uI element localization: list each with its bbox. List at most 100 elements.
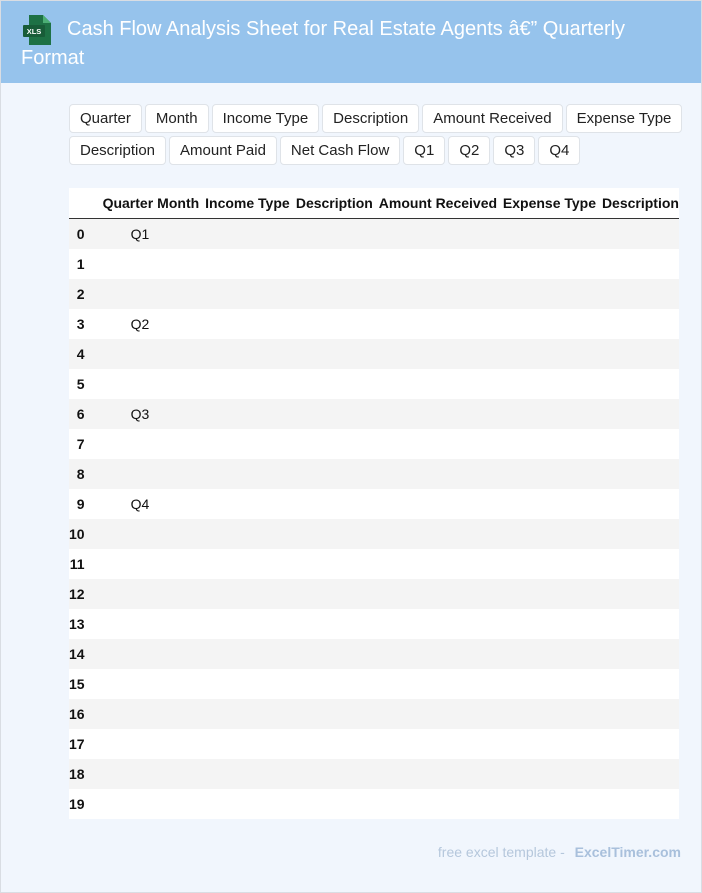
table-cell[interactable] — [378, 639, 503, 669]
table-cell[interactable] — [205, 699, 296, 729]
table-cell[interactable] — [295, 699, 379, 729]
table-cell[interactable] — [378, 218, 503, 249]
table-cell[interactable] — [295, 489, 379, 519]
quarter-cell[interactable] — [84, 429, 158, 459]
filter-chip[interactable]: Description — [322, 104, 420, 133]
table-cell[interactable] — [378, 249, 503, 279]
table-cell[interactable] — [378, 519, 503, 549]
table-cell[interactable] — [378, 789, 503, 819]
table-cell[interactable] — [157, 489, 206, 519]
filter-chip[interactable]: Description — [69, 136, 167, 165]
quarter-cell[interactable] — [84, 579, 158, 609]
filter-chip[interactable]: Q2 — [448, 136, 491, 165]
table-cell[interactable] — [205, 549, 296, 579]
table-cell[interactable] — [502, 699, 602, 729]
filter-chip[interactable]: Income Type — [211, 104, 320, 133]
table-cell[interactable] — [502, 309, 602, 339]
table-cell[interactable] — [157, 759, 206, 789]
table-cell[interactable] — [157, 429, 206, 459]
table-cell[interactable] — [378, 669, 503, 699]
quarter-cell[interactable] — [84, 759, 158, 789]
table-cell[interactable] — [157, 729, 206, 759]
column-header[interactable]: Description — [601, 188, 679, 219]
table-cell[interactable] — [601, 489, 679, 519]
table-cell[interactable] — [502, 789, 602, 819]
table-cell[interactable] — [601, 249, 679, 279]
footer-brand-link[interactable]: ExcelTimer.com — [575, 844, 681, 860]
table-cell[interactable] — [502, 639, 602, 669]
table-cell[interactable] — [295, 609, 379, 639]
quarter-cell[interactable] — [84, 279, 158, 309]
table-cell[interactable] — [205, 729, 296, 759]
filter-chip[interactable]: Amount Paid — [169, 136, 277, 165]
table-cell[interactable] — [601, 579, 679, 609]
table-cell[interactable] — [205, 639, 296, 669]
table-cell[interactable] — [601, 279, 679, 309]
table-cell[interactable] — [378, 489, 503, 519]
quarter-cell[interactable] — [84, 789, 158, 819]
table-cell[interactable] — [157, 639, 206, 669]
cash-flow-table-container[interactable]: Quarter Month Income Type Description Amount… — [69, 188, 679, 819]
table-cell[interactable] — [205, 369, 296, 399]
table-cell[interactable] — [378, 699, 503, 729]
table-cell[interactable] — [601, 549, 679, 579]
column-header[interactable]: Amount Received — [378, 188, 503, 219]
table-cell[interactable] — [205, 459, 296, 489]
table-cell[interactable] — [205, 669, 296, 699]
table-cell[interactable] — [502, 279, 602, 309]
table-cell[interactable] — [378, 759, 503, 789]
quarter-cell[interactable] — [84, 699, 158, 729]
table-cell[interactable] — [601, 339, 679, 369]
table-cell[interactable] — [205, 579, 296, 609]
column-header[interactable]: Month — [157, 188, 206, 219]
table-cell[interactable] — [601, 399, 679, 429]
table-cell[interactable] — [205, 309, 296, 339]
table-cell[interactable] — [295, 279, 379, 309]
filter-chip[interactable]: Q4 — [538, 136, 581, 165]
quarter-cell[interactable]: Q2 — [84, 309, 158, 339]
table-cell[interactable] — [502, 549, 602, 579]
table-cell[interactable] — [502, 729, 602, 759]
table-cell[interactable] — [157, 549, 206, 579]
quarter-cell[interactable] — [84, 549, 158, 579]
table-cell[interactable] — [601, 759, 679, 789]
table-cell[interactable] — [601, 459, 679, 489]
table-cell[interactable] — [205, 789, 296, 819]
table-cell[interactable] — [295, 249, 379, 279]
table-cell[interactable] — [295, 519, 379, 549]
filter-chip[interactable]: Q1 — [403, 136, 446, 165]
table-cell[interactable] — [157, 789, 206, 819]
table-cell[interactable] — [205, 399, 296, 429]
quarter-cell[interactable]: Q4 — [84, 489, 158, 519]
table-cell[interactable] — [502, 399, 602, 429]
table-cell[interactable] — [295, 549, 379, 579]
quarter-cell[interactable] — [84, 459, 158, 489]
table-cell[interactable] — [295, 759, 379, 789]
table-cell[interactable] — [157, 519, 206, 549]
table-cell[interactable] — [295, 429, 379, 459]
column-header[interactable]: Income Type — [205, 188, 296, 219]
table-cell[interactable] — [157, 339, 206, 369]
table-cell[interactable] — [601, 609, 679, 639]
table-cell[interactable] — [157, 669, 206, 699]
table-cell[interactable] — [601, 639, 679, 669]
table-cell[interactable] — [378, 279, 503, 309]
table-cell[interactable] — [205, 759, 296, 789]
table-cell[interactable] — [157, 279, 206, 309]
table-cell[interactable] — [295, 399, 379, 429]
table-cell[interactable] — [601, 369, 679, 399]
filter-chip[interactable]: Net Cash Flow — [279, 136, 401, 165]
table-cell[interactable] — [205, 279, 296, 309]
quarter-cell[interactable] — [84, 729, 158, 759]
quarter-cell[interactable] — [84, 639, 158, 669]
table-cell[interactable] — [601, 309, 679, 339]
table-cell[interactable] — [157, 609, 206, 639]
table-cell[interactable] — [378, 309, 503, 339]
table-cell[interactable] — [157, 369, 206, 399]
table-cell[interactable] — [601, 519, 679, 549]
filter-chip[interactable]: Expense Type — [565, 104, 683, 133]
filter-chip[interactable]: Amount Received — [422, 104, 563, 133]
table-cell[interactable] — [295, 789, 379, 819]
table-cell[interactable] — [601, 218, 679, 249]
table-cell[interactable] — [502, 249, 602, 279]
